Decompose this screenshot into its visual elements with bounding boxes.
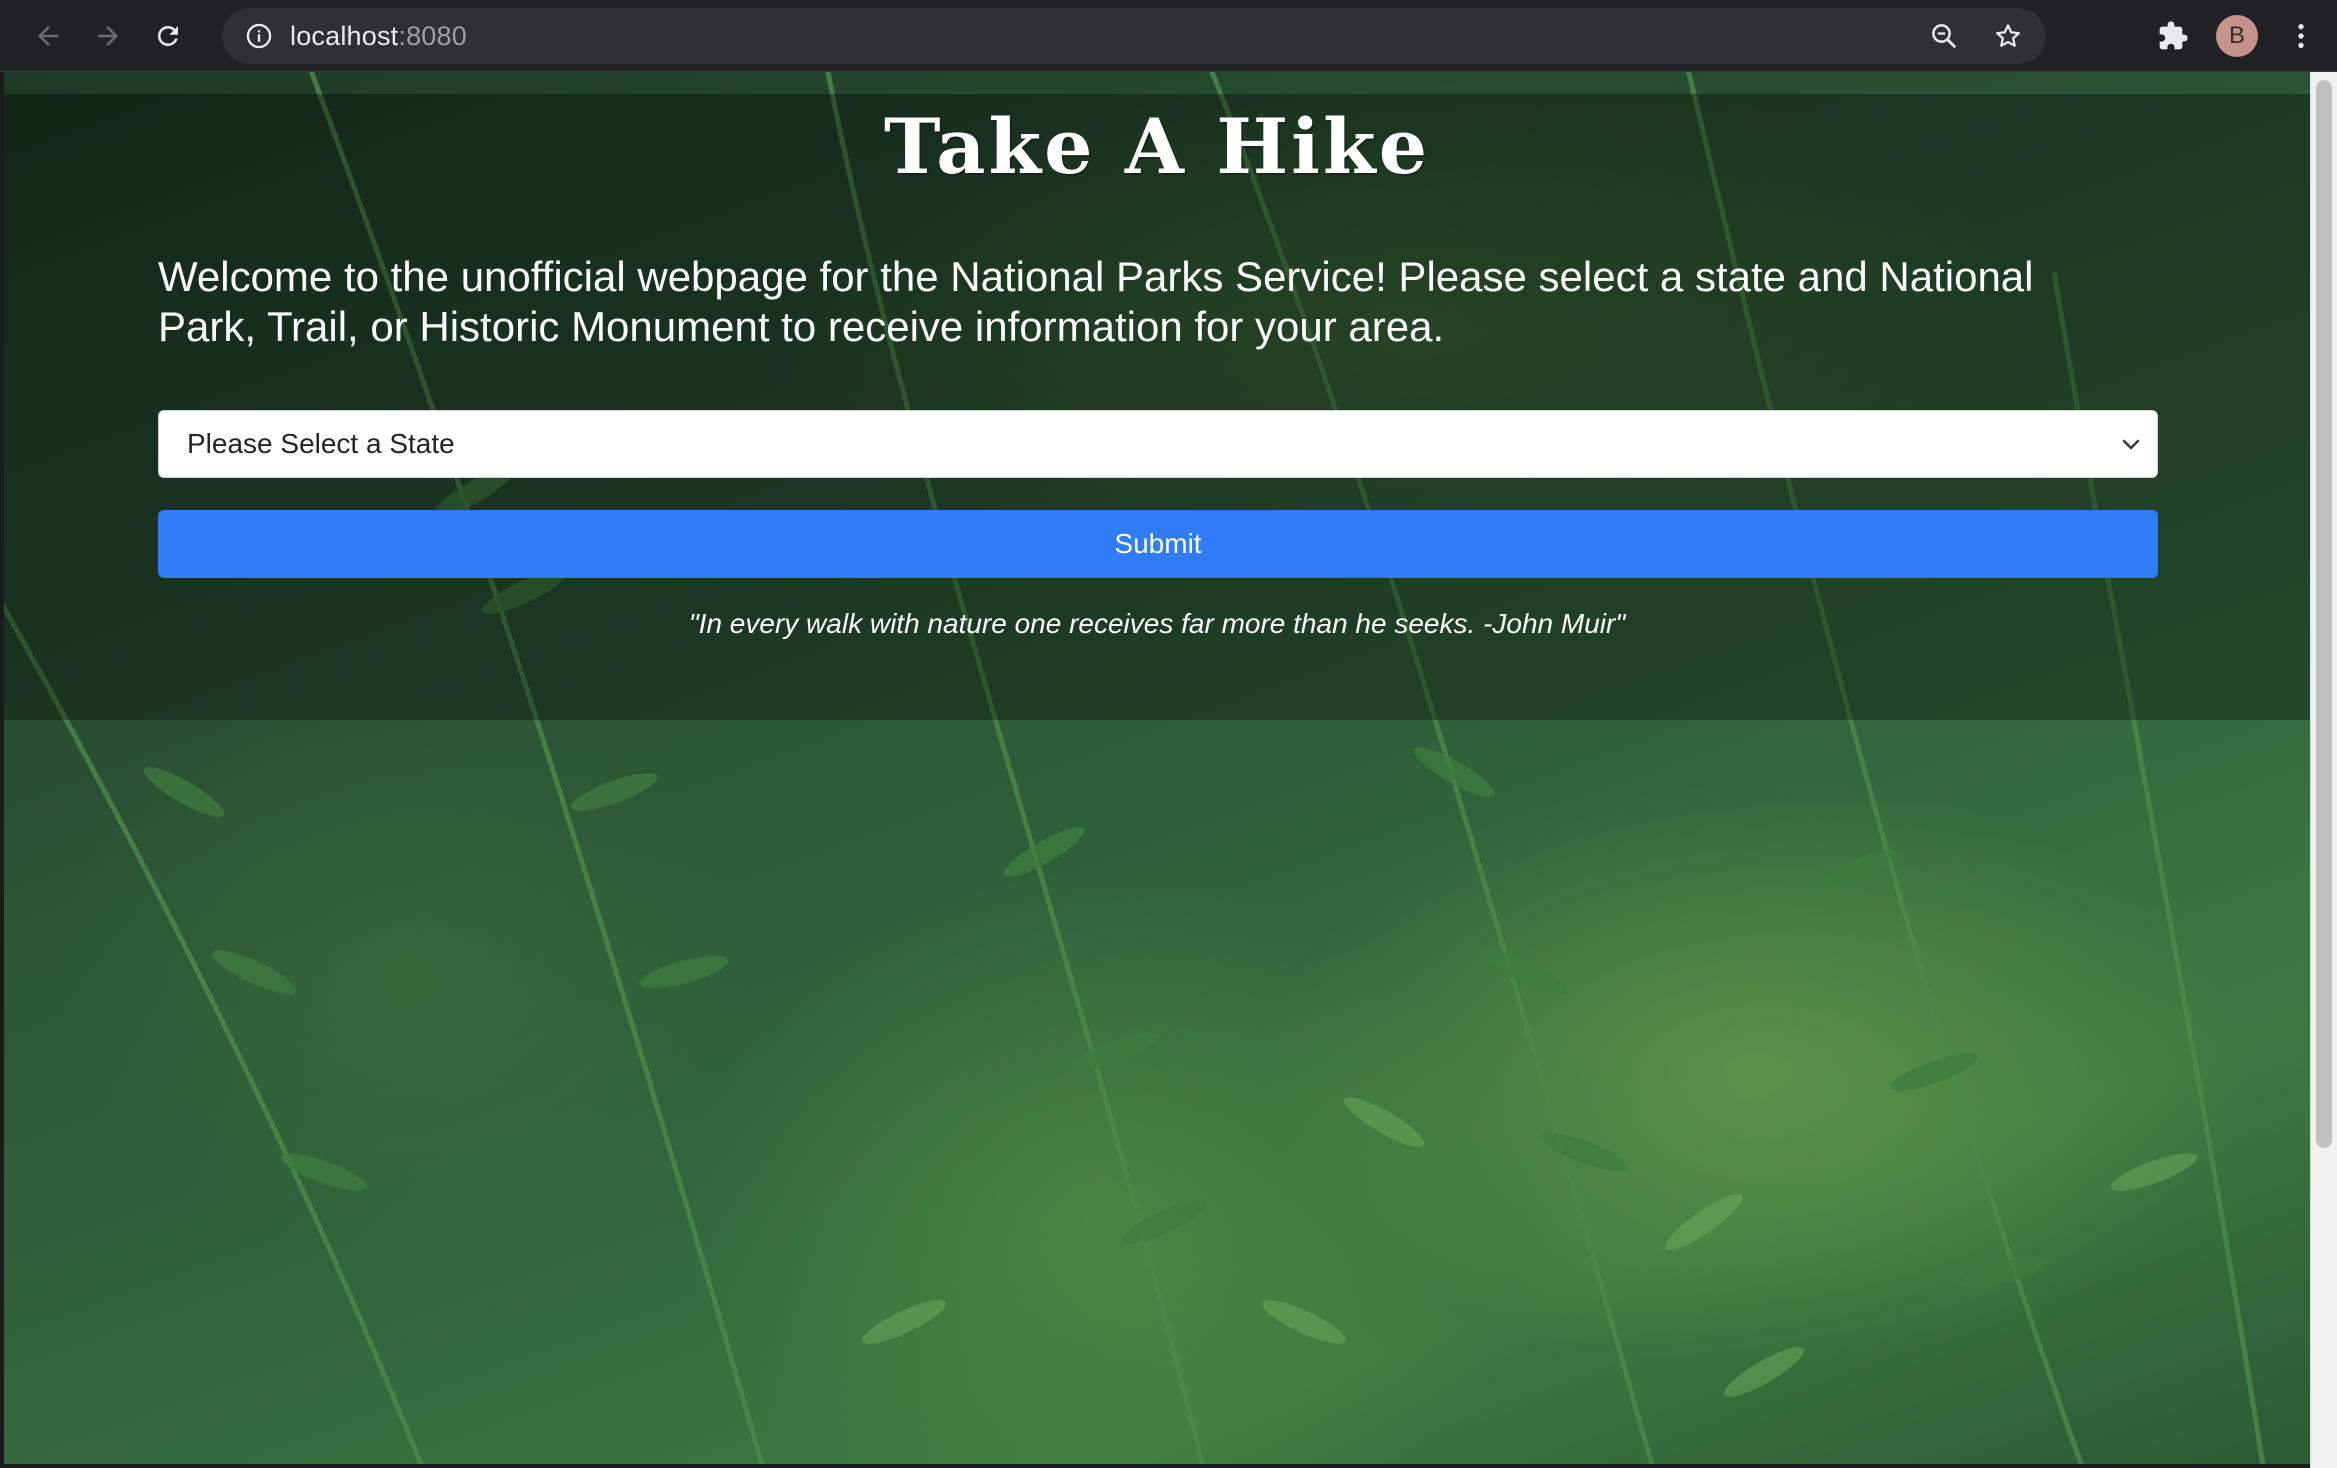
reload-button[interactable] xyxy=(144,12,192,60)
submit-button-label: Submit xyxy=(1114,528,1202,559)
url-port: :8080 xyxy=(398,20,467,51)
omnibox-actions xyxy=(1916,8,2046,64)
quote-text: "In every walk with nature one receives … xyxy=(688,608,1626,639)
profile-button[interactable]: B xyxy=(2207,6,2267,66)
state-select[interactable]: Please Select a State xyxy=(158,410,2158,478)
magnifier-icon xyxy=(1932,24,1957,49)
url-host: localhost xyxy=(290,20,399,51)
arrow-right-icon xyxy=(98,25,118,46)
bookmark-button[interactable] xyxy=(1980,8,2036,64)
scrollbar-thumb[interactable] xyxy=(2316,80,2332,1148)
arrow-left-icon xyxy=(38,25,58,46)
forward-button[interactable] xyxy=(84,12,132,60)
address-bar[interactable]: localhost:8080 xyxy=(222,8,2046,64)
extensions-button[interactable] xyxy=(2143,6,2203,66)
info-icon[interactable] xyxy=(244,21,274,51)
url-text[interactable]: localhost:8080 xyxy=(290,21,467,52)
kebab-menu-icon xyxy=(2298,24,2304,48)
toolbar-right: B xyxy=(2143,0,2337,72)
submit-button[interactable]: Submit xyxy=(158,510,2158,578)
chevron-down-icon xyxy=(2122,439,2140,450)
reload-icon xyxy=(157,25,178,46)
menu-button[interactable] xyxy=(2271,6,2331,66)
star-icon xyxy=(1996,24,2020,47)
scrollbar[interactable] xyxy=(2310,72,2337,1468)
back-button[interactable] xyxy=(24,12,72,60)
zoom-button[interactable] xyxy=(1916,8,1972,64)
page-title: Take A Hike xyxy=(883,102,1431,191)
welcome-text: Welcome to the unofficial webpage for th… xyxy=(158,253,2034,350)
browser-toolbar: localhost:8080 B xyxy=(0,0,2337,72)
avatar: B xyxy=(2216,15,2258,57)
puzzle-icon xyxy=(2159,21,2188,50)
state-select-value: Please Select a State xyxy=(187,428,455,459)
page-viewport: Take A Hike Welcome to the unofficial we… xyxy=(4,72,2310,1464)
